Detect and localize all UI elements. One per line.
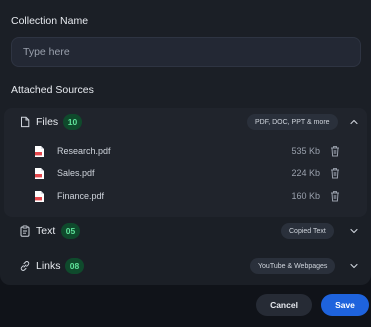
files-group-header[interactable]: Files 10 PDF, DOC, PPT & more (0, 110, 371, 134)
collection-name-label: Collection Name (11, 15, 89, 27)
files-group-title: Files (36, 116, 59, 128)
file-name: Finance.pdf (57, 191, 105, 201)
links-group-title: Links (36, 260, 61, 272)
save-button[interactable]: Save (321, 294, 369, 316)
file-icon (21, 116, 30, 128)
pdf-icon (35, 168, 44, 179)
cancel-button[interactable]: Cancel (256, 294, 312, 316)
file-row: Finance.pdf 160 Kb (0, 189, 371, 205)
files-count-badge: 10 (63, 114, 82, 130)
attached-sources-label: Attached Sources (11, 84, 94, 96)
collection-panel: Collection Name Attached Sources Files 1… (0, 0, 371, 285)
text-group-title: Text (36, 225, 56, 237)
trash-icon[interactable] (330, 167, 340, 179)
file-row: Sales.pdf 224 Kb (0, 166, 371, 182)
file-size: 224 Kb (291, 168, 320, 178)
file-row: Research.pdf 535 Kb (0, 144, 371, 160)
file-size: 160 Kb (291, 191, 320, 201)
text-group-header[interactable]: Text 05 Copied Text (0, 219, 371, 243)
links-count-badge: 08 (65, 258, 84, 274)
pdf-icon (35, 146, 44, 157)
file-name: Research.pdf (57, 146, 111, 156)
files-type-pill: PDF, DOC, PPT & more (247, 114, 338, 130)
trash-icon[interactable] (330, 190, 340, 202)
text-count-badge: 05 (61, 223, 80, 239)
chevron-down-icon[interactable] (349, 226, 359, 236)
pdf-icon (35, 191, 44, 202)
file-size: 535 Kb (291, 146, 320, 156)
chevron-down-icon[interactable] (349, 261, 359, 271)
text-type-pill: Copied Text (281, 223, 334, 239)
links-type-pill: YouTube & Webpages (250, 258, 336, 274)
links-group-header[interactable]: Links 08 YouTube & Webpages (0, 254, 371, 278)
chevron-up-icon[interactable] (349, 117, 359, 127)
link-icon (20, 261, 30, 271)
trash-icon[interactable] (330, 145, 340, 157)
collection-name-input[interactable] (11, 37, 361, 67)
clipboard-icon (20, 225, 30, 237)
file-name: Sales.pdf (57, 168, 95, 178)
